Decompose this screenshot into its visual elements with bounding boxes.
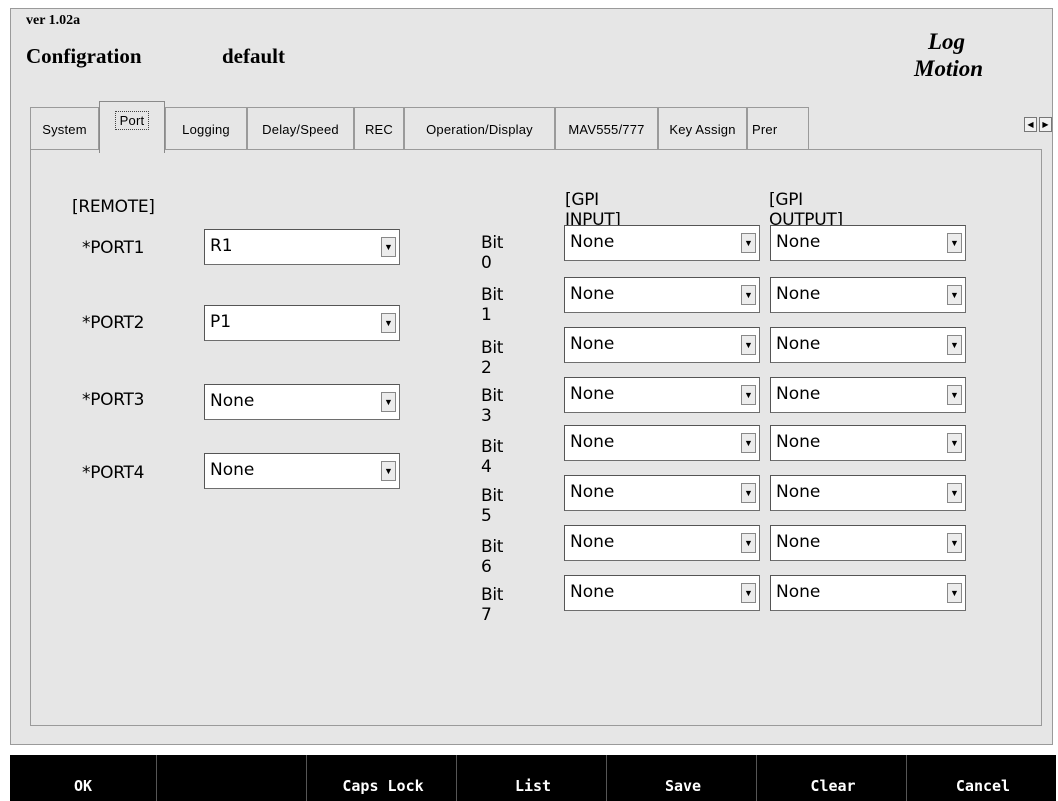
cancel-button[interactable]: Cancel bbox=[910, 755, 1056, 801]
config-name: default bbox=[222, 44, 285, 68]
chevron-down-icon[interactable]: ▼ bbox=[947, 483, 962, 503]
tab-key-assign[interactable]: Key Assign bbox=[658, 107, 747, 150]
tab-scroll-arrows: ◀ ▶ bbox=[1024, 117, 1052, 132]
remote-heading: [REMOTE] bbox=[72, 197, 155, 217]
logmotion-logo: Log Motion bbox=[914, 29, 984, 81]
chevron-down-icon[interactable]: ▼ bbox=[947, 385, 962, 405]
bit-label: Bit 7 bbox=[481, 585, 504, 625]
gpi-output-select[interactable]: None ▼ bbox=[770, 377, 966, 413]
gpi-input-select[interactable]: None ▼ bbox=[564, 277, 760, 313]
version-label: ver 1.02a bbox=[26, 13, 81, 28]
chevron-down-icon[interactable]: ▼ bbox=[741, 583, 756, 603]
port2-select[interactable]: P1 ▼ bbox=[204, 305, 400, 341]
chevron-down-icon[interactable]: ▼ bbox=[741, 533, 756, 553]
gpi-input-heading: [GPI INPUT] bbox=[565, 190, 621, 230]
chevron-down-icon[interactable]: ▼ bbox=[741, 233, 756, 253]
chevron-down-icon[interactable]: ▼ bbox=[947, 285, 962, 305]
bit-label: Bit 1 bbox=[481, 285, 504, 325]
bit-label: Bit 5 bbox=[481, 486, 504, 526]
gpi-input-select[interactable]: None ▼ bbox=[564, 225, 760, 261]
chevron-down-icon[interactable]: ▼ bbox=[381, 313, 396, 333]
chevron-down-icon[interactable]: ▼ bbox=[741, 433, 756, 453]
clear-button[interactable]: Clear bbox=[760, 755, 907, 801]
arrow-right-icon[interactable]: ▶ bbox=[1039, 117, 1052, 132]
gpi-input-select[interactable]: None ▼ bbox=[564, 525, 760, 561]
port1-label: *PORT1 bbox=[82, 238, 145, 258]
chevron-down-icon[interactable]: ▼ bbox=[381, 461, 396, 481]
function-key-bar: OK Caps Lock List Save Clear Cancel bbox=[10, 755, 1056, 801]
chevron-down-icon[interactable]: ▼ bbox=[947, 335, 962, 355]
tab-preroll[interactable]: Prer bbox=[747, 107, 809, 150]
port4-label: *PORT4 bbox=[82, 463, 145, 483]
tab-logging[interactable]: Logging bbox=[165, 107, 247, 150]
caps-lock-button[interactable]: Caps Lock bbox=[310, 755, 457, 801]
gpi-output-select[interactable]: None ▼ bbox=[770, 225, 966, 261]
gpi-output-select[interactable]: None ▼ bbox=[770, 277, 966, 313]
gpi-input-select[interactable]: None ▼ bbox=[564, 475, 760, 511]
port3-label: *PORT3 bbox=[82, 390, 145, 410]
gpi-output-heading: [GPI OUTPUT] bbox=[769, 190, 843, 230]
bit-label: Bit 3 bbox=[481, 386, 504, 426]
port2-label: *PORT2 bbox=[82, 313, 145, 333]
gpi-input-select[interactable]: None ▼ bbox=[564, 425, 760, 461]
chevron-down-icon[interactable]: ▼ bbox=[947, 533, 962, 553]
empty-function-button[interactable] bbox=[160, 755, 307, 801]
arrow-left-icon[interactable]: ◀ bbox=[1024, 117, 1037, 132]
config-label: Configration bbox=[26, 44, 142, 68]
chevron-down-icon[interactable]: ▼ bbox=[741, 285, 756, 305]
bit-label: Bit 4 bbox=[481, 437, 504, 477]
chevron-down-icon[interactable]: ▼ bbox=[947, 233, 962, 253]
port4-select[interactable]: None ▼ bbox=[204, 453, 400, 489]
chevron-down-icon[interactable]: ▼ bbox=[741, 385, 756, 405]
bit-label: Bit 2 bbox=[481, 338, 504, 378]
chevron-down-icon[interactable]: ▼ bbox=[947, 433, 962, 453]
chevron-down-icon[interactable]: ▼ bbox=[381, 392, 396, 412]
list-button[interactable]: List bbox=[460, 755, 607, 801]
gpi-input-select[interactable]: None ▼ bbox=[564, 327, 760, 363]
tab-port[interactable]: Port bbox=[99, 101, 165, 153]
bit-label: Bit 6 bbox=[481, 537, 504, 577]
tab-operation-display[interactable]: Operation/Display bbox=[404, 107, 555, 150]
gpi-output-select[interactable]: None ▼ bbox=[770, 327, 966, 363]
ok-button[interactable]: OK bbox=[10, 755, 157, 801]
tab-rec[interactable]: REC bbox=[354, 107, 404, 150]
chevron-down-icon[interactable]: ▼ bbox=[741, 483, 756, 503]
tab-mav555-777[interactable]: MAV555/777 bbox=[555, 107, 658, 150]
gpi-output-select[interactable]: None ▼ bbox=[770, 475, 966, 511]
gpi-input-select[interactable]: None ▼ bbox=[564, 575, 760, 611]
port3-select[interactable]: None ▼ bbox=[204, 384, 400, 420]
port1-select[interactable]: R1 ▼ bbox=[204, 229, 400, 265]
gpi-output-select[interactable]: None ▼ bbox=[770, 575, 966, 611]
bit-label: Bit 0 bbox=[481, 233, 504, 273]
chevron-down-icon[interactable]: ▼ bbox=[947, 583, 962, 603]
gpi-output-select[interactable]: None ▼ bbox=[770, 425, 966, 461]
chevron-down-icon[interactable]: ▼ bbox=[381, 237, 396, 257]
tab-system[interactable]: System bbox=[30, 107, 99, 150]
chevron-down-icon[interactable]: ▼ bbox=[741, 335, 756, 355]
save-button[interactable]: Save bbox=[610, 755, 757, 801]
tab-delay-speed[interactable]: Delay/Speed bbox=[247, 107, 354, 150]
gpi-input-select[interactable]: None ▼ bbox=[564, 377, 760, 413]
gpi-output-select[interactable]: None ▼ bbox=[770, 525, 966, 561]
